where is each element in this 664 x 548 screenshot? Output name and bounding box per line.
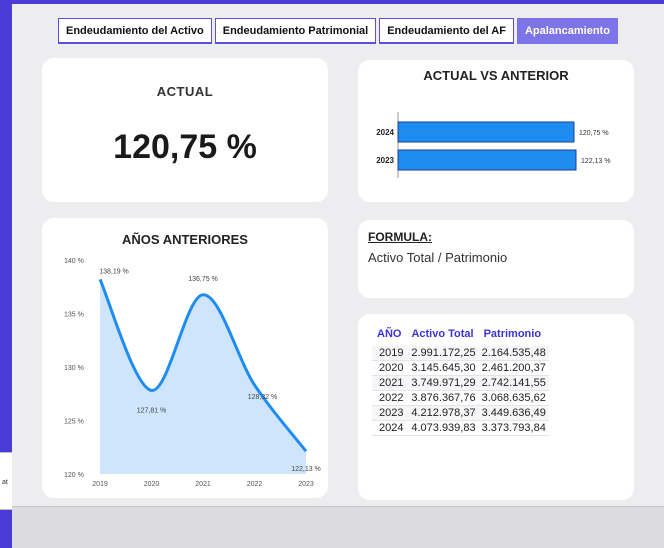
history-area-chart: 140 % 135 % 130 % 125 % 120 % 2019 2020 2021 202…: [64, 258, 321, 488]
comparison-bar-chart: 2024 120,75 % 2023 122,13 %: [376, 112, 611, 178]
y-tick-label: 135 %: [64, 312, 84, 319]
data-label: 127,81 %: [137, 407, 167, 414]
cell-year: 2021: [372, 375, 407, 391]
bar: [397, 121, 575, 143]
data-label: 128,32 %: [248, 394, 278, 401]
cell-patrimonio: 2.742.141,55: [478, 375, 549, 391]
cell-patrimonio: 3.068.635,62: [478, 390, 549, 406]
data-label: 122,13 %: [291, 466, 321, 473]
cell-activo: 3.876.367,76: [406, 390, 479, 406]
y-tick-label: 125 %: [64, 419, 84, 426]
cell-year: 2022: [372, 390, 407, 406]
header-patrimonio: Patrimonio: [483, 328, 542, 340]
actual-value: 120,75 %: [113, 128, 257, 166]
formula-text: Activo Total / Patrimonio: [368, 250, 508, 265]
table-row: 2019 2.991.172,25 2.164.535,48: [372, 346, 549, 361]
cell-patrimonio: 3.449.636,49: [478, 405, 549, 421]
formula-card: FORMULA: Activo Total / Patrimonio: [358, 220, 634, 298]
header-activo-total: Activo Total: [411, 328, 474, 340]
formula-title: FORMULA:: [368, 230, 432, 244]
comparison-card: ACTUAL VS ANTERIOR 2024 120,75 % 2023 122,1…: [358, 60, 634, 202]
bar: [397, 149, 577, 171]
cell-year: 2024: [372, 420, 407, 436]
tab-endeudamiento-patrimonial[interactable]: Endeudamiento Patrimonial: [214, 18, 377, 44]
cell-patrimonio: 2.164.535,48: [478, 346, 549, 361]
cell-year: 2020: [372, 360, 407, 376]
cell-patrimonio: 3.373.793,84: [478, 420, 549, 436]
history-card: AÑOS ANTERIORES 140 % 135 % 130 % 125 % 120 …: [42, 218, 328, 498]
tab-endeudamiento-af[interactable]: Endeudamiento del AF: [379, 18, 514, 44]
left-panel-stub: at: [0, 452, 12, 510]
bottom-bar: [12, 506, 664, 548]
area-fill: [100, 279, 306, 474]
left-stub-text: at: [2, 479, 8, 486]
table-row: 2023 4.212.978,37 3.449.636,49: [372, 405, 549, 421]
x-tick-label: 2022: [247, 481, 263, 488]
y-tick-label: 140 %: [64, 258, 84, 265]
x-tick-label: 2021: [195, 481, 211, 488]
table-row: 2024 4.073.939,83 3.373.793,84: [372, 420, 549, 436]
bar-category-label: 2023: [376, 156, 394, 165]
x-tick-label: 2023: [298, 481, 314, 488]
cell-activo: 3.749.971,29: [406, 375, 479, 391]
data-table-card: AÑO Activo Total Patrimonio 2019 2.991.17…: [358, 314, 634, 500]
cell-activo: 3.145.645,30: [406, 360, 479, 376]
cell-patrimonio: 2.461.200,37: [478, 360, 549, 376]
bar-category-label: 2024: [376, 128, 394, 137]
data-label: 138,19 %: [99, 268, 129, 275]
actual-label: ACTUAL: [156, 84, 214, 99]
table-row: 2020 3.145.645,30 2.461.200,37: [372, 360, 549, 376]
cell-activo: 2.991.172,25: [406, 346, 479, 361]
x-tick-label: 2019: [92, 481, 108, 488]
cell-activo: 4.212.978,37: [406, 405, 479, 421]
cell-activo: 4.073.939,83: [406, 420, 479, 436]
y-tick-label: 130 %: [64, 365, 84, 372]
tab-apalancamiento[interactable]: Apalancamiento: [516, 18, 618, 44]
table-row: 2021 3.749.971,29 2.742.141,55: [372, 375, 549, 391]
tab-endeudamiento-activo[interactable]: Endeudamiento del Activo: [58, 18, 212, 44]
bar-value-label: 120,75 %: [579, 130, 609, 137]
bar-value-label: 122,13 %: [581, 158, 611, 165]
y-tick-label: 120 %: [64, 472, 84, 479]
table-row: 2022 3.876.367,76 3.068.635,62: [372, 390, 549, 406]
cell-year: 2023: [372, 405, 407, 421]
x-tick-label: 2020: [144, 481, 160, 488]
data-label: 136,75 %: [188, 276, 218, 283]
table-header-row: AÑO Activo Total Patrimonio: [372, 328, 549, 346]
tab-bar: Endeudamiento del Activo Endeudamiento P…: [58, 18, 621, 44]
actual-card: ACTUAL 120,75 %: [42, 58, 328, 202]
data-table: AÑO Activo Total Patrimonio 2019 2.991.17…: [372, 328, 549, 436]
header-year: AÑO: [377, 328, 402, 340]
cell-year: 2019: [372, 346, 407, 361]
